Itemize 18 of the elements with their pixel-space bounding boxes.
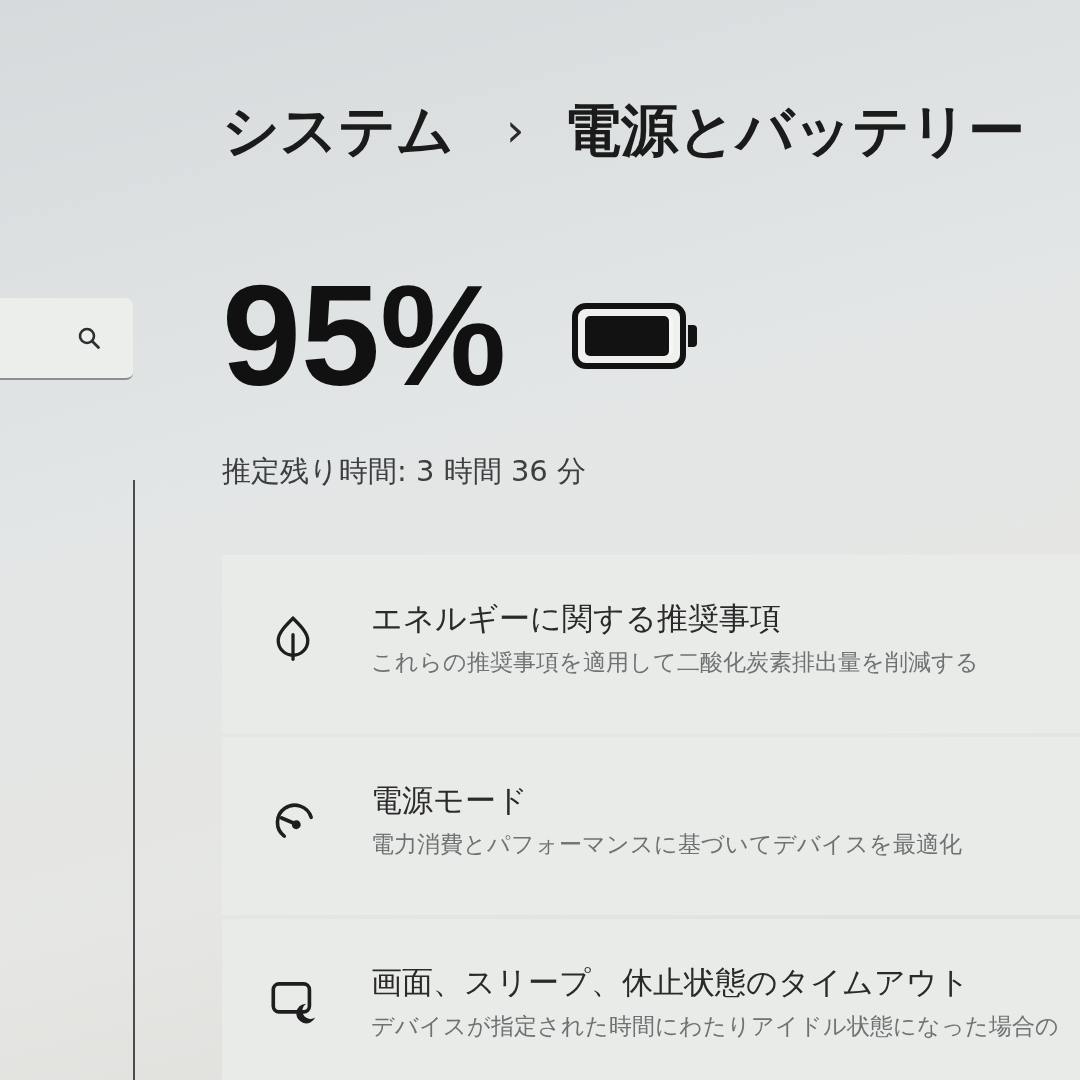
setting-description: 電力消費とパフォーマンスに基づいてデバイスを最適化 <box>371 829 962 859</box>
battery-time-estimate: 推定残り時間: 3 時間 36 分 <box>222 453 587 491</box>
battery-terminal <box>688 325 698 348</box>
setting-title: エネルギーに関する推奨事項 <box>371 599 782 638</box>
settings-row[interactable]: 電源モード 電力消費とパフォーマンスに基づいてデバイスを最適化 <box>222 737 1080 916</box>
settings-row[interactable]: エネルギーに関する推奨事項 これらの推奨事項を適用して二酸化炭素排出量を削減する <box>222 555 1080 734</box>
search-field[interactable] <box>0 298 133 380</box>
setting-title: 電源モード <box>371 781 529 820</box>
battery-percentage: 95% <box>222 265 507 408</box>
search-icon <box>77 326 101 350</box>
setting-description: デバイスが指定された時間にわたりアイドル状態になった場合の <box>371 1011 1059 1041</box>
breadcrumb-separator: › <box>506 102 525 158</box>
page-title: 電源とバッテリー <box>564 96 1026 165</box>
setting-title: 画面、スリープ、休止状態のタイムアウト <box>371 963 971 1002</box>
setting-description: これらの推奨事項を適用して二酸化炭素排出量を削減する <box>371 647 979 677</box>
settings-row[interactable]: 画面、スリープ、休止状態のタイムアウト デバイスが指定された時間にわたりアイドル状態になった場合の <box>222 919 1080 1080</box>
screen-moon-icon <box>270 979 316 1026</box>
breadcrumb-link[interactable]: システム <box>222 96 454 165</box>
